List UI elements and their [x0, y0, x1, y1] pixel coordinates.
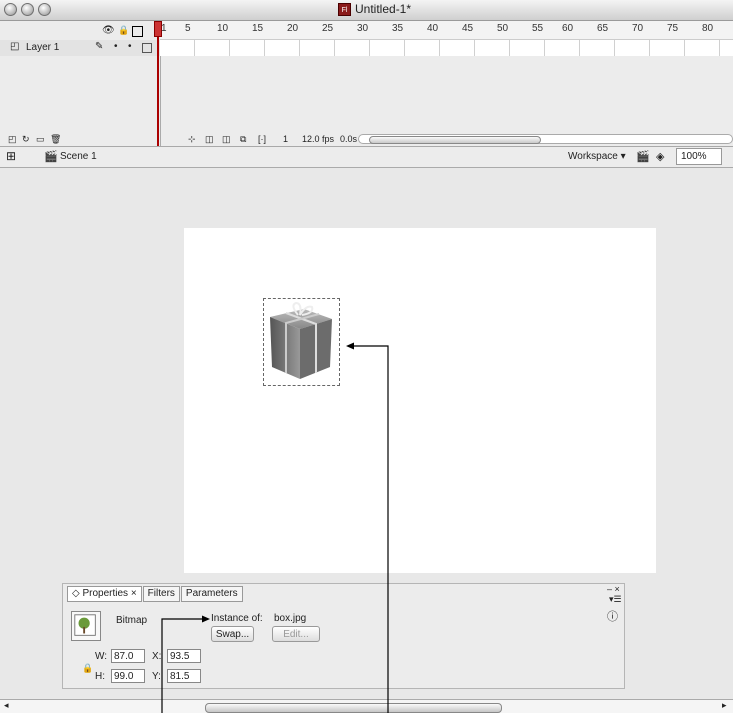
layer-name[interactable]: Layer 1	[26, 42, 59, 53]
playhead[interactable]	[154, 21, 162, 146]
zoom-field[interactable]: 100%	[676, 148, 722, 165]
outline-square[interactable]	[142, 43, 152, 53]
frame-cells[interactable]	[160, 40, 733, 56]
trash-icon[interactable]: 🗑	[50, 134, 61, 145]
edit-button[interactable]: Edit...	[272, 626, 320, 642]
panel-menu-icon[interactable]: ▾☰	[609, 594, 622, 605]
ruler-label: 55	[532, 23, 544, 34]
ruler-label: 45	[462, 23, 474, 34]
y-field[interactable]: 81.5	[167, 669, 201, 683]
center-frame-icon[interactable]: ⊹	[188, 134, 196, 145]
ruler-label: 60	[562, 23, 574, 34]
properties-tabs: ◇ Properties × Filters Parameters	[67, 586, 244, 602]
properties-panel: ◇ Properties × Filters Parameters – × ▾☰…	[62, 583, 625, 689]
ruler-label: 70	[632, 23, 644, 34]
visibility-dot[interactable]: •	[114, 41, 118, 52]
scene-icon: 🎬	[44, 151, 58, 163]
x-label: X:	[152, 651, 162, 662]
flash-window: Fl Untitled-1* 👁 🔒 1 5 10 15 20 25 30 35…	[0, 0, 733, 713]
horizontal-scroll-thumb[interactable]	[205, 703, 502, 713]
ruler-label: 15	[252, 23, 264, 34]
onion-markers-icon[interactable]: [·]	[258, 134, 266, 144]
frame-ruler[interactable]: 1 5 10 15 20 25 30 35 40 45 50 55 60 65 …	[160, 21, 733, 40]
height-label: H:	[95, 671, 105, 682]
scene-breadcrumb[interactable]: Scene 1	[60, 151, 97, 162]
layer-icon: ◰	[10, 41, 20, 52]
workspace-menu[interactable]: Workspace ▾	[568, 151, 626, 162]
folder-icon[interactable]: ▭	[36, 134, 45, 145]
minimize-window-button[interactable]	[21, 3, 34, 16]
ruler-label: 80	[702, 23, 714, 34]
width-label: W:	[95, 651, 108, 662]
motion-guide-icon[interactable]: ↻	[22, 134, 30, 145]
ruler-label: 75	[667, 23, 679, 34]
tab-filters[interactable]: Filters	[142, 586, 180, 602]
current-frame: 1	[283, 134, 289, 144]
bitmap-icon	[71, 611, 101, 641]
title-bar: Fl Untitled-1*	[0, 0, 733, 21]
panel-close-icon[interactable]: – ×	[607, 584, 620, 594]
zoom-window-button[interactable]	[38, 3, 51, 16]
outline-icon[interactable]	[132, 26, 143, 37]
instance-of-label: Instance of:	[211, 613, 263, 624]
ruler-label: 30	[357, 23, 369, 34]
ruler-label: 5	[185, 23, 191, 34]
instance-of-value: box.jpg	[274, 613, 307, 624]
edit-multiple-icon[interactable]: ⧉	[240, 134, 246, 145]
ruler-label: 40	[427, 23, 439, 34]
gift-box-bitmap[interactable]	[266, 301, 337, 383]
tab-parameters[interactable]: Parameters	[180, 586, 243, 602]
elapsed-time: 0.0s	[340, 134, 358, 144]
lock-aspect-icon[interactable]: 🔒	[82, 663, 93, 674]
stage[interactable]	[184, 228, 656, 573]
lock-icon[interactable]: 🔒	[118, 25, 129, 36]
onion-skin-icon[interactable]: ◫	[205, 134, 214, 145]
edit-bar: ⊞ 🎬 Scene 1 Workspace ▾ 🎬 ◈ 100%	[0, 147, 733, 168]
timeline-scroll-thumb[interactable]	[369, 136, 541, 144]
width-field[interactable]: 87.0	[111, 649, 145, 663]
window-title-text: Untitled-1*	[355, 2, 412, 16]
timeline-panel: 👁 🔒 1 5 10 15 20 25 30 35 40 45 50 55 60…	[0, 21, 733, 147]
timeline-footer: ◰ ↻ ▭ 🗑 ⊹ ◫ ◫ ⧉ [·] 1 12.0 fps 0.0s	[0, 133, 733, 146]
edit-symbol-icon[interactable]: ◈	[656, 150, 664, 163]
onion-outline-icon[interactable]: ◫	[222, 134, 231, 145]
eye-icon[interactable]: 👁	[102, 25, 115, 36]
y-label: Y:	[152, 671, 161, 682]
height-field[interactable]: 99.0	[111, 669, 145, 683]
stage-icon[interactable]: ⊞	[6, 149, 16, 163]
new-layer-icon[interactable]: ◰	[8, 134, 17, 145]
help-icon[interactable]: ⓘ	[607, 608, 618, 624]
tab-properties[interactable]: ◇ Properties ×	[67, 586, 142, 602]
scroll-right-arrow-icon[interactable]: ▸	[722, 700, 727, 711]
symbol-type: Bitmap	[116, 615, 148, 626]
tab-properties-label: Properties ×	[82, 588, 137, 599]
window-title: Fl Untitled-1*	[338, 2, 411, 16]
scroll-left-arrow-icon[interactable]: ◂	[4, 700, 9, 711]
horizontal-scrollbar[interactable]: ◂ ▸	[0, 699, 733, 713]
frame-rate: 12.0 fps	[302, 134, 335, 144]
ruler-label: 50	[497, 23, 509, 34]
edit-scene-icon[interactable]: 🎬	[636, 150, 650, 163]
ruler-label: 35	[392, 23, 404, 34]
timeline-scrollbar[interactable]	[358, 134, 733, 144]
lock-dot[interactable]: •	[128, 41, 132, 52]
pencil-icon: ✎	[95, 41, 104, 52]
ruler-label: 25	[322, 23, 334, 34]
close-window-button[interactable]	[4, 3, 17, 16]
flash-document-icon: Fl	[338, 2, 351, 16]
ruler-label: 20	[287, 23, 299, 34]
x-field[interactable]: 93.5	[167, 649, 201, 663]
ruler-label: 10	[217, 23, 229, 34]
ruler-label: 65	[597, 23, 609, 34]
swap-button[interactable]: Swap...	[211, 626, 254, 642]
